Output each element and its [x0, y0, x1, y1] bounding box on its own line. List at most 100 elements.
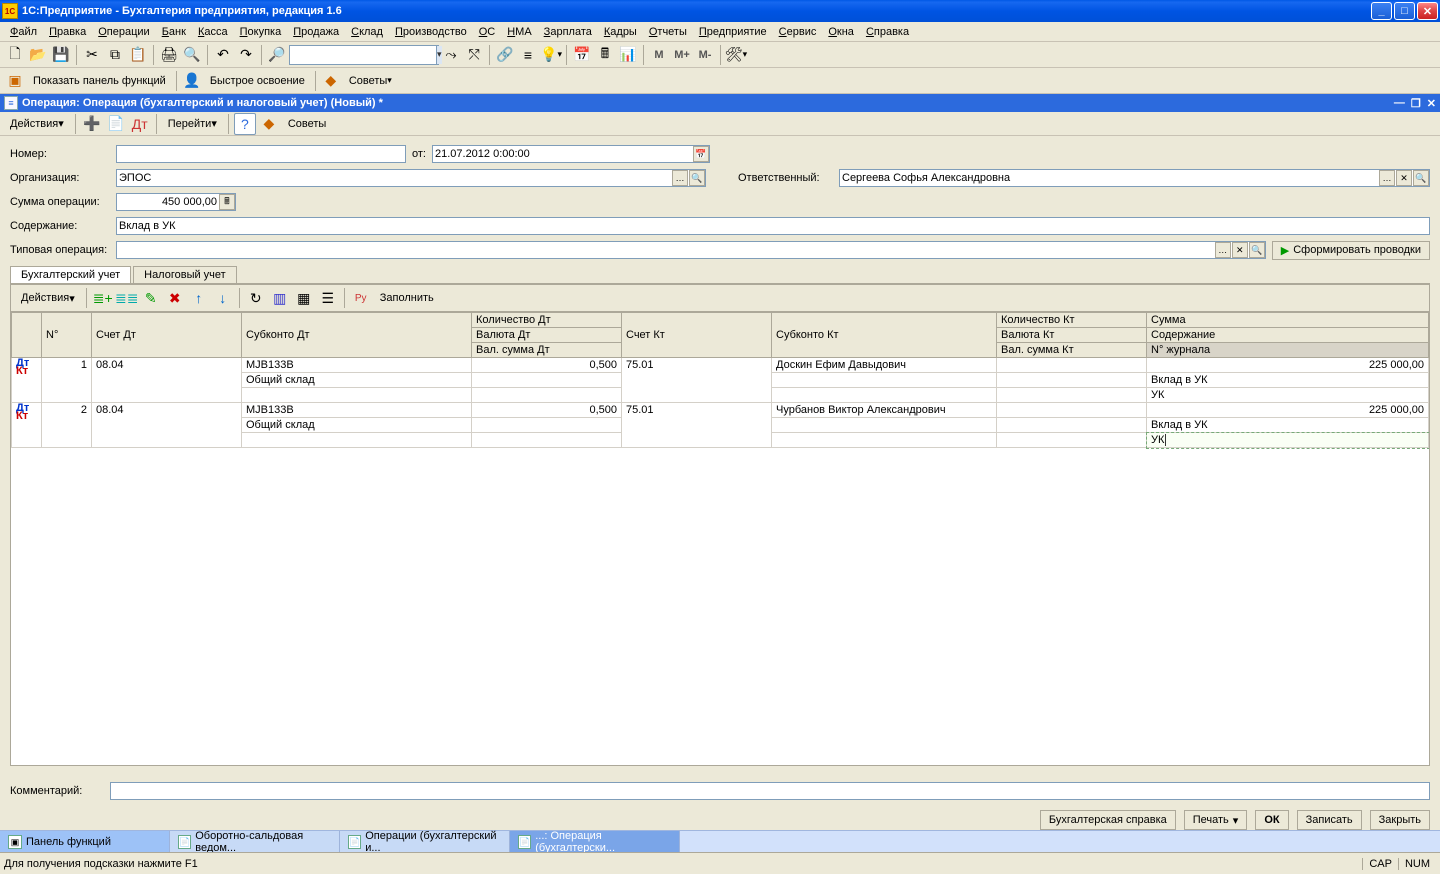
- calc-icon[interactable]: 🖩: [594, 44, 616, 66]
- col-curD[interactable]: Валюта Дт: [472, 328, 622, 343]
- copy-icon[interactable]: ⧉: [104, 44, 126, 66]
- taskbar-balance[interactable]: 📄Оборотно-сальдовая ведом...: [170, 831, 340, 853]
- postings-grid[interactable]: N° Счет Дт Субконто Дт Количество Дт Сче…: [10, 311, 1430, 766]
- new-icon[interactable]: 🗋: [4, 44, 26, 66]
- print-button[interactable]: Печать ▾: [1184, 810, 1248, 830]
- list-icon[interactable]: ≡: [517, 44, 539, 66]
- tab-accounting[interactable]: Бухгалтерский учет: [10, 266, 131, 283]
- typical-ellipsis-icon[interactable]: …: [1215, 242, 1231, 258]
- grid-actions-dropdown[interactable]: Действия ▾: [15, 287, 81, 309]
- col-sum[interactable]: Сумма: [1147, 313, 1429, 328]
- date-picker-icon[interactable]: 📅: [693, 146, 709, 162]
- menu-Касса[interactable]: Касса: [192, 24, 234, 40]
- sum-input[interactable]: 450 000,00 🖩: [116, 193, 236, 211]
- save-icon[interactable]: 💾: [50, 44, 72, 66]
- report-icon[interactable]: 📊: [617, 44, 639, 66]
- col-subK[interactable]: Субконто Кт: [772, 313, 997, 358]
- responsible-input[interactable]: Сергеева Софья Александровна … ✕ 🔍: [839, 169, 1430, 187]
- find-next-icon[interactable]: ⤳: [440, 44, 462, 66]
- menu-ОС[interactable]: ОС: [473, 24, 502, 40]
- table-row[interactable]: ДтКт 1 08.04 МJB133B 0,500 75.01 Доскин …: [12, 358, 1429, 373]
- generate-postings-button[interactable]: ▶ Сформировать проводки: [1272, 241, 1430, 260]
- close-button[interactable]: Закрыть: [1370, 810, 1430, 830]
- grid-list-icon[interactable]: ☰: [317, 287, 339, 309]
- table-row[interactable]: ДтКт 2 08.04 МJB133B 0,500 75.01 Чурбано…: [12, 403, 1429, 418]
- taskbar-func-panel[interactable]: ▣Панель функций: [0, 831, 170, 853]
- org-ellipsis-icon[interactable]: …: [672, 170, 688, 186]
- funcpanel-icon[interactable]: ▣: [4, 70, 26, 92]
- col-n[interactable]: N°: [42, 313, 92, 358]
- tips-button[interactable]: Советы ▾: [343, 70, 398, 92]
- comment-input[interactable]: [110, 782, 1430, 800]
- copy-row-icon[interactable]: ≣≣: [116, 287, 138, 309]
- doc-minimize-icon[interactable]: —: [1394, 97, 1405, 110]
- menu-Файл[interactable]: Файл: [4, 24, 43, 40]
- quickstart-icon[interactable]: 👤: [181, 70, 203, 92]
- menu-Операции[interactable]: Операции: [92, 24, 155, 40]
- col-journal[interactable]: N° журнала: [1147, 343, 1429, 358]
- menu-Справка[interactable]: Справка: [860, 24, 915, 40]
- doc-postings-icon[interactable]: Дт: [129, 113, 151, 135]
- fill-button[interactable]: Заполнить: [374, 287, 440, 309]
- tips2-button[interactable]: Советы: [282, 113, 332, 135]
- ok-button[interactable]: ОК: [1255, 810, 1288, 830]
- col-acctK[interactable]: Счет Кт: [622, 313, 772, 358]
- calendar-icon[interactable]: 📅: [571, 44, 593, 66]
- taskbar-operation-current[interactable]: 📄...: Операция (бухгалтерски...: [510, 831, 680, 853]
- org-lookup-icon[interactable]: 🔍: [689, 170, 705, 186]
- window-maximize-button[interactable]: □: [1394, 2, 1415, 20]
- menu-Предприятие[interactable]: Предприятие: [693, 24, 773, 40]
- search-combo[interactable]: [289, 45, 439, 65]
- menu-Окна[interactable]: Окна: [822, 24, 860, 40]
- col-subD[interactable]: Субконто Дт: [242, 313, 472, 358]
- m-plus-button[interactable]: M+: [671, 44, 693, 66]
- window-minimize-button[interactable]: _: [1371, 2, 1392, 20]
- menu-Склад[interactable]: Склад: [345, 24, 389, 40]
- col-qtyD[interactable]: Количество Дт: [472, 313, 622, 328]
- menu-Зарплата[interactable]: Зарплата: [538, 24, 598, 40]
- date-input[interactable]: 21.07.2012 0:00:00 📅: [432, 145, 710, 163]
- col-acctD[interactable]: Счет Дт: [92, 313, 242, 358]
- grid-table-icon[interactable]: ▦: [293, 287, 315, 309]
- menu-Банк[interactable]: Банк: [156, 24, 192, 40]
- typical-lookup-icon[interactable]: 🔍: [1249, 242, 1265, 258]
- grid-post-icon[interactable]: ▥: [269, 287, 291, 309]
- menu-Отчеты[interactable]: Отчеты: [643, 24, 693, 40]
- tips2-icon[interactable]: ◆: [258, 113, 280, 135]
- doc-post-icon[interactable]: ➕: [81, 113, 103, 135]
- print-icon[interactable]: 🖨: [158, 44, 180, 66]
- tools-icon[interactable]: 🛠▾: [725, 44, 747, 66]
- typical-clear-icon[interactable]: ✕: [1232, 242, 1248, 258]
- cut-icon[interactable]: ✂: [81, 44, 103, 66]
- resp-ellipsis-icon[interactable]: …: [1379, 170, 1395, 186]
- org-input[interactable]: ЭПОС … 🔍: [116, 169, 706, 187]
- typical-input[interactable]: … ✕ 🔍: [116, 241, 1266, 259]
- help-tip-icon[interactable]: 💡▾: [540, 44, 562, 66]
- menu-Правка[interactable]: Правка: [43, 24, 92, 40]
- save-button[interactable]: Записать: [1297, 810, 1362, 830]
- move-up-icon[interactable]: ↑: [188, 287, 210, 309]
- menu-НМА[interactable]: НМА: [501, 24, 537, 40]
- delete-row-icon[interactable]: ✖: [164, 287, 186, 309]
- taskbar-operations[interactable]: 📄Операции (бухгалтерский и...: [340, 831, 510, 853]
- menubar[interactable]: ФайлПравкаОперацииБанкКассаПокупкаПродаж…: [0, 22, 1440, 42]
- menu-Покупка[interactable]: Покупка: [234, 24, 288, 40]
- col-qtyK[interactable]: Количество Кт: [997, 313, 1147, 328]
- actions-dropdown[interactable]: Действия ▾: [4, 113, 70, 135]
- sum-calc-icon[interactable]: 🖩: [219, 194, 235, 210]
- resp-clear-icon[interactable]: ✕: [1396, 170, 1412, 186]
- window-close-button[interactable]: ✕: [1417, 2, 1438, 20]
- m-minus-button[interactable]: M-: [694, 44, 716, 66]
- edit-row-icon[interactable]: ✎: [140, 287, 162, 309]
- print-preview-icon[interactable]: 🔍: [181, 44, 203, 66]
- menu-Сервис[interactable]: Сервис: [773, 24, 823, 40]
- undo-icon[interactable]: ↶: [212, 44, 234, 66]
- col-desc[interactable]: Содержание: [1147, 328, 1429, 343]
- quickstart-button[interactable]: Быстрое освоение: [204, 70, 311, 92]
- accounting-note-button[interactable]: Бухгалтерская справка: [1040, 810, 1176, 830]
- number-input[interactable]: [116, 145, 406, 163]
- doc-record-icon[interactable]: 📄: [105, 113, 127, 135]
- move-down-icon[interactable]: ↓: [212, 287, 234, 309]
- tips-icon[interactable]: ◆: [320, 70, 342, 92]
- currency-icon[interactable]: Py: [350, 287, 372, 309]
